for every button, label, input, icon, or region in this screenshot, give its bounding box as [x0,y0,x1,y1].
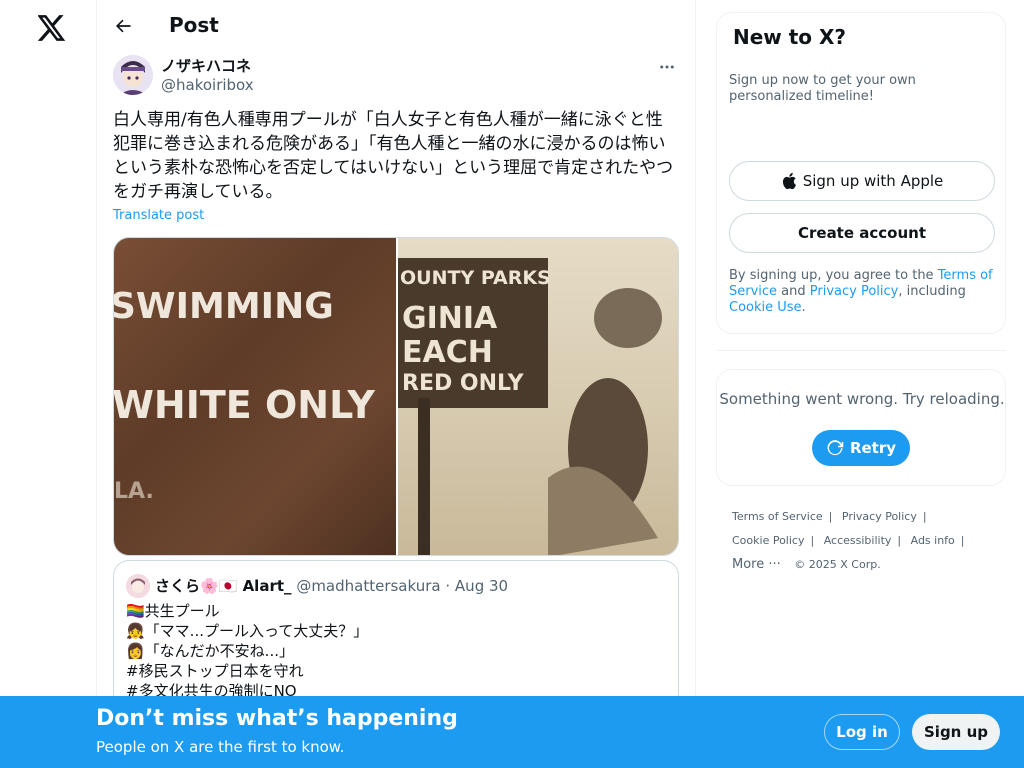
post-author: ノザキハコネ @hakoiribox [113,55,679,97]
apple-icon [781,172,797,190]
footer-privacy[interactable]: Privacy Policy [842,510,917,523]
create-account-button[interactable]: Create account [729,213,995,253]
left-nav [0,0,97,768]
image-text-each: EACH [402,335,493,370]
refresh-icon [826,439,844,457]
image-text-swimming: SWIMMING [114,286,334,327]
signup-apple-button[interactable]: Sign up with Apple [729,161,995,201]
footer-tos[interactable]: Terms of Service [732,510,823,523]
page: Post ノザキハコネ @hakoiribox 白人専用/有色人種専用プールが「… [0,0,1024,768]
footer-more[interactable]: More ··· [732,557,781,572]
x-logo-icon[interactable] [36,12,68,44]
avatar[interactable] [113,55,153,95]
footer-ads-info[interactable]: Ads info [911,534,955,547]
translate-post-link[interactable]: Translate post [113,208,204,223]
main-column: Post ノザキハコネ @hakoiribox 白人専用/有色人種専用プールが「… [97,0,696,768]
quote-header: さくら🌸🇯🇵 Alart_ @madhattersakura · Aug 30 [155,575,508,596]
image-text-white-only: WHITE ONLY [114,383,375,427]
footer-accessibility[interactable]: Accessibility [824,534,892,547]
svg-text:LA.: LA. [114,479,154,504]
login-button[interactable]: Log in [824,714,900,750]
more-options-icon[interactable] [655,55,679,79]
cookie-use-link[interactable]: Cookie Use [729,300,802,315]
quote-date[interactable]: Aug 30 [455,577,508,595]
quote-avatar[interactable] [126,574,150,598]
error-message: Something went wrong. Try reloading. [719,390,1005,408]
footer-links: Terms of Service | Privacy Policy | Cookie… [732,510,965,572]
bottom-bar-title: Don’t miss what’s happening [96,706,458,731]
retry-label: Retry [849,439,897,457]
footer-cookie[interactable]: Cookie Policy [732,534,804,547]
page-title: Post [169,13,219,37]
signup-subtitle: Sign up now to get your own personalized… [729,73,916,104]
signup-apple-label: Sign up with Apple [802,172,944,190]
retry-button[interactable]: Retry [812,430,910,466]
author-name[interactable]: ノザキハコネ [161,55,251,76]
sidebar-divider [716,350,1006,351]
quote-author-handle[interactable]: @madhattersakura [296,577,440,595]
image-text-county-parks: OUNTY PARKS [400,267,551,289]
signup-button[interactable]: Sign up [912,714,1000,750]
footer-copyright: © 2025 X Corp. [794,558,881,571]
image-text-red-only: RED ONLY [402,371,525,396]
image-text-ginia: GINIA [402,301,498,336]
post-media[interactable]: SWIMMING WHITE ONLY LA. OUNTY PARKS GINI… [113,237,679,556]
quote-separator: · [445,577,455,595]
quote-text: 🏳️‍🌈共生プール 👧「ママ...プール入って大丈夫？」 👩「なんだか不安ね..… [126,602,369,700]
quote-author-name[interactable]: さくら🌸🇯🇵 Alart_ [155,577,292,595]
signup-legal-text: By signing up, you agree to the Terms of… [729,268,993,315]
signup-title: New to X? [733,25,847,49]
signup-card: New to X? Sign up now to get your own pe… [716,12,1006,334]
top-bar: Post [97,0,695,53]
error-card: Something went wrong. Try reloading. Ret… [716,369,1006,486]
post-text: 白人専用/有色人種専用プールが「白人女子と有色人種が一緒に泳ぐと性 犯罪に巻き込… [113,110,674,202]
media-image-left[interactable]: SWIMMING WHITE ONLY LA. [114,238,396,555]
author-handle[interactable]: @hakoiribox [161,76,254,94]
privacy-link[interactable]: Privacy Policy [810,284,899,299]
media-image-right[interactable]: OUNTY PARKS GINIA EACH RED ONLY [398,238,678,555]
arrow-left-icon[interactable] [111,14,135,38]
bottom-bar-subtitle: People on X are the first to know. [96,738,345,756]
bottom-signup-bar: Don’t miss what’s happening People on X … [0,696,1024,768]
